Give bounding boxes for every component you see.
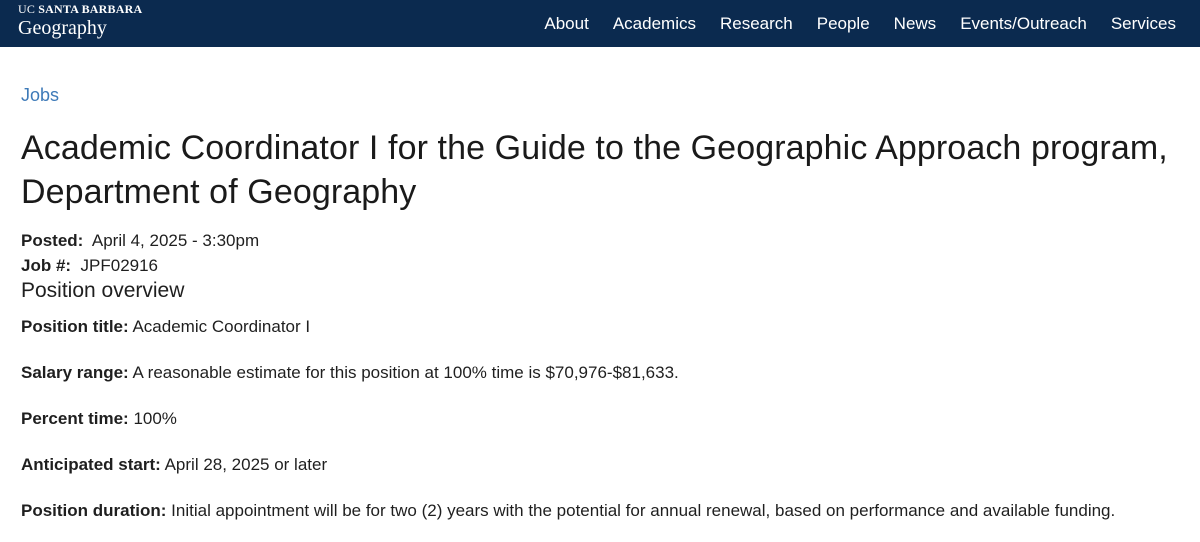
field-label: Anticipated start:	[21, 455, 161, 474]
nav-item-people[interactable]: People	[817, 14, 870, 34]
field-anticipated-start: Anticipated start: April 28, 2025 or lat…	[21, 454, 1191, 476]
field-label: Salary range:	[21, 363, 129, 382]
job-meta: Posted: April 4, 2025 - 3:30pm Job #: JP…	[21, 228, 1191, 278]
nav-item-research[interactable]: Research	[720, 14, 793, 34]
wordmark-uc: UC	[18, 2, 36, 16]
university-wordmark: UC SANTA BARBARA	[18, 2, 142, 16]
field-value: Initial appointment will be for two (2) …	[171, 501, 1116, 520]
field-percent-time: Percent time: 100%	[21, 408, 1191, 430]
job-number-row: Job #: JPF02916	[21, 253, 1191, 278]
main-nav: About Academics Research People News Eve…	[520, 0, 1176, 47]
field-label: Position duration:	[21, 501, 167, 520]
field-value: Academic Coordinator I	[132, 317, 311, 336]
field-label: Percent time:	[21, 409, 129, 428]
nav-item-about[interactable]: About	[544, 14, 588, 34]
nav-item-events-outreach[interactable]: Events/Outreach	[960, 14, 1087, 34]
page-title: Academic Coordinator I for the Guide to …	[21, 129, 1168, 211]
field-position-title: Position title: Academic Coordinator I	[21, 316, 1191, 338]
nav-item-services[interactable]: Services	[1111, 14, 1176, 34]
posted-row: Posted: April 4, 2025 - 3:30pm	[21, 228, 1191, 253]
field-value: 100%	[133, 409, 177, 428]
posted-value: April 4, 2025 - 3:30pm	[91, 231, 260, 250]
field-value: A reasonable estimate for this position …	[132, 363, 679, 382]
job-number-value: JPF02916	[80, 256, 159, 275]
nav-item-news[interactable]: News	[894, 14, 937, 34]
breadcrumb-jobs-link[interactable]: Jobs	[21, 84, 1191, 106]
section-heading-position-overview: Position overview	[21, 279, 185, 302]
field-position-duration: Position duration: Initial appointment w…	[21, 500, 1191, 522]
job-number-label: Job #:	[21, 256, 72, 275]
posted-label: Posted:	[21, 231, 84, 250]
main-content: Jobs Academic Coordinator I for the Guid…	[21, 84, 1191, 522]
site-header: UC SANTA BARBARA Geography About Academi…	[0, 0, 1200, 47]
field-value: April 28, 2025 or later	[164, 455, 328, 474]
wordmark-santa-barbara: SANTA BARBARA	[38, 2, 143, 16]
nav-item-academics[interactable]: Academics	[613, 14, 696, 34]
department-name: Geography	[18, 17, 107, 39]
field-label: Position title:	[21, 317, 129, 336]
field-salary-range: Salary range: A reasonable estimate for …	[21, 362, 1191, 384]
